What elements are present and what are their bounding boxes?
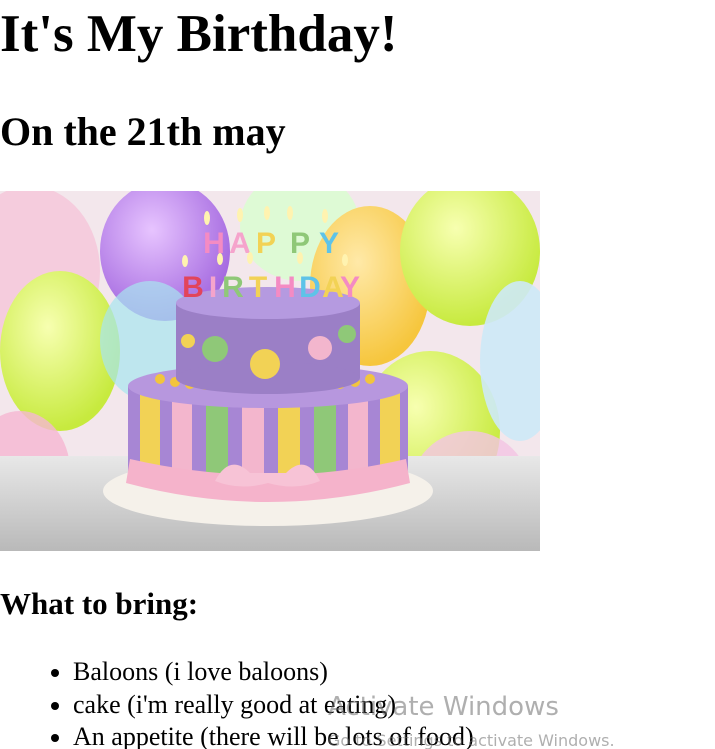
svg-text:D: D [299,271,321,304]
list-item: cake (i'm really good at eating) [73,689,474,722]
svg-text:I: I [209,271,217,304]
birthday-cake-image: H A P P Y B I R T H D A Y [0,191,540,551]
page-subtitle: On the 21th may [0,109,286,154]
svg-text:Y: Y [340,271,360,304]
svg-text:R: R [222,271,244,304]
svg-text:Y: Y [319,227,339,260]
svg-text:H: H [274,271,296,304]
bring-heading: What to bring: [0,586,199,621]
list-item: Baloons (i love baloons) [73,656,474,689]
svg-text:B: B [182,271,204,304]
svg-text:P: P [256,227,276,260]
svg-text:T: T [249,271,267,304]
page-title: It's My Birthday! [0,5,398,63]
bring-list: Baloons (i love baloons) cake (i'm reall… [0,656,474,749]
list-item: An appetite (there will be lots of food) [73,721,474,749]
